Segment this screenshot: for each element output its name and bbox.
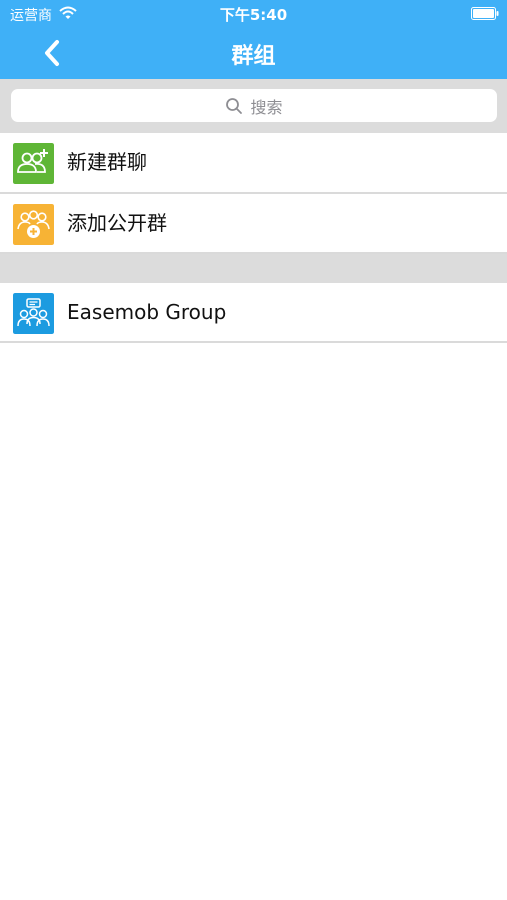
group-chat-icon [13, 293, 54, 334]
navigation-bar: 群组 [0, 28, 507, 79]
status-bar: 运营商 下午5:40 [0, 0, 507, 28]
search-placeholder: 搜索 [250, 97, 283, 117]
page-title: 群组 [231, 44, 276, 69]
group-name: Easemob Group [67, 300, 227, 324]
search-area: 搜索 [0, 79, 507, 133]
group-list-item[interactable]: Easemob Group [0, 283, 507, 341]
status-time: 下午5:40 [219, 6, 288, 24]
new-group-chat-row[interactable]: 新建群聊 [0, 133, 507, 191]
section-separator [0, 254, 507, 283]
add-public-group-row[interactable]: 添加公开群 [0, 194, 507, 252]
search-input[interactable]: 搜索 [11, 89, 497, 122]
groups-screen: 运营商 下午5:40 群组 搜索 新建群聊 添加公开群 Easemob Grou… [0, 0, 507, 900]
public-group-icon [13, 204, 54, 245]
add-public-group-label: 添加公开群 [67, 211, 167, 235]
battery-icon [471, 7, 499, 20]
search-icon [226, 97, 243, 114]
row-divider [0, 341, 507, 343]
new-group-chat-label: 新建群聊 [67, 150, 147, 174]
header: 运营商 下午5:40 群组 [0, 0, 507, 79]
add-group-icon [13, 143, 54, 184]
